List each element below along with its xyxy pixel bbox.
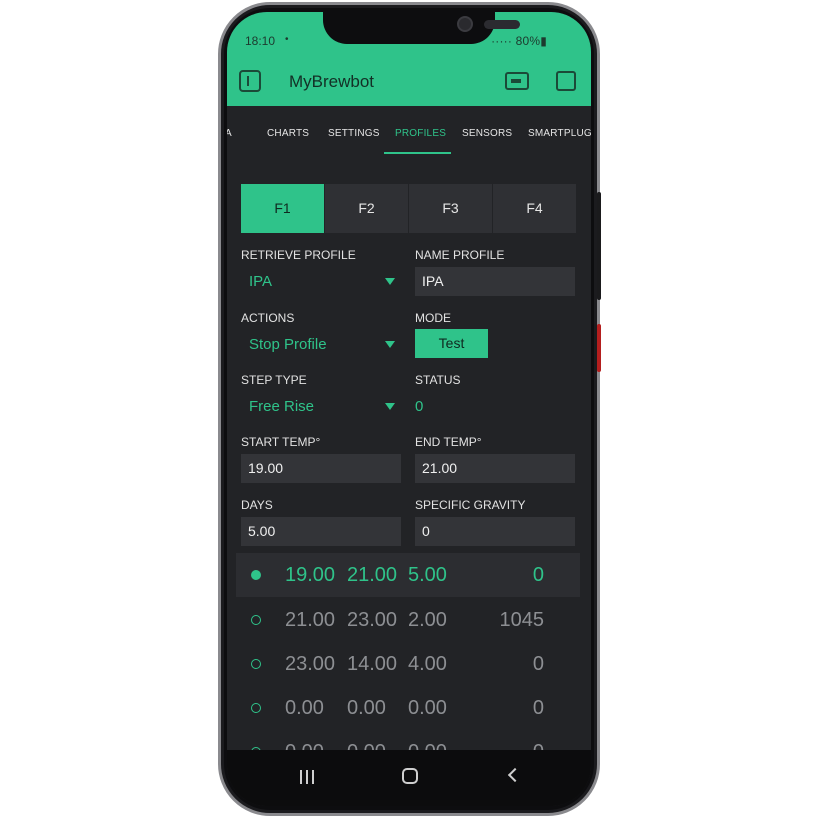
step-days: 0.00: [408, 697, 447, 719]
step-start: 23.00: [285, 653, 336, 675]
status-value: 0: [415, 398, 424, 415]
retrieve-profile-label: RETRIEVE PROFILE: [241, 248, 356, 262]
segment-f1[interactable]: F1: [241, 184, 324, 233]
name-profile-input[interactable]: IPA: [415, 267, 575, 296]
step-days: 5.00: [408, 564, 447, 586]
steps-list: 19.00 21.00 5.00 0 21.00 23.00 2.00 1045…: [236, 553, 580, 763]
tab-smartplugs[interactable]: SMARTPLUGS: [528, 128, 591, 139]
end-temp-label: END TEMP°: [415, 435, 482, 449]
actions-label: ACTIONS: [241, 311, 295, 325]
end-temp-input[interactable]: 21.00: [415, 454, 575, 483]
power-button: [597, 192, 601, 300]
step-days: 4.00: [408, 653, 447, 675]
specific-gravity-label: SPECIFIC GRAVITY: [415, 498, 526, 512]
status-indicator: •: [285, 34, 289, 45]
camera-notch: [323, 12, 520, 44]
step-end: 14.00: [347, 653, 398, 675]
step-type-chevron-down-icon[interactable]: [385, 403, 395, 410]
days-input[interactable]: 5.00: [241, 517, 401, 546]
speaker-icon: [484, 20, 520, 29]
mode-label: MODE: [415, 311, 451, 325]
step-row[interactable]: 19.00 21.00 5.00 0: [236, 553, 580, 597]
retrieve-profile-chevron-down-icon[interactable]: [385, 278, 395, 285]
tab-active-indicator: [384, 152, 451, 154]
status-label: STATUS: [415, 373, 461, 387]
screen: 18:10 • ····· 80%▮ MyBrewbot A CHARTS SE…: [227, 12, 591, 806]
radio-empty-icon: [251, 615, 261, 625]
back-icon[interactable]: [507, 767, 523, 783]
start-temp-input[interactable]: 19.00: [241, 454, 401, 483]
segment-f2[interactable]: F2: [325, 184, 408, 233]
square-icon[interactable]: [556, 71, 576, 91]
side-key: [597, 324, 601, 372]
step-type-label: STEP TYPE: [241, 373, 307, 387]
retrieve-profile-select[interactable]: IPA: [249, 273, 272, 290]
tab-charts[interactable]: CHARTS: [267, 128, 309, 139]
system-nav-bar: [227, 750, 591, 806]
app-bar: MyBrewbot: [227, 56, 591, 106]
step-days: 2.00: [408, 609, 447, 631]
step-sg: 0: [532, 697, 544, 719]
step-sg: 0: [532, 564, 544, 586]
step-row[interactable]: 0.00 0.00 0.00 0: [236, 686, 580, 730]
radio-empty-icon: [251, 659, 261, 669]
tab-partial[interactable]: A: [227, 128, 232, 139]
exit-icon[interactable]: [239, 70, 261, 92]
mode-test-button[interactable]: Test: [415, 329, 488, 358]
name-profile-label: NAME PROFILE: [415, 248, 505, 262]
tab-profiles[interactable]: PROFILES: [395, 128, 446, 139]
days-label: DAYS: [241, 498, 273, 512]
app-title: MyBrewbot: [289, 72, 375, 91]
actions-chevron-down-icon[interactable]: [385, 341, 395, 348]
step-type-select[interactable]: Free Rise: [249, 398, 314, 415]
radio-filled-icon: [251, 570, 261, 580]
tab-settings[interactable]: SETTINGS: [328, 128, 380, 139]
recent-apps-icon[interactable]: [300, 770, 314, 784]
step-start: 19.00: [285, 564, 336, 586]
status-battery: ····· 80%▮: [491, 34, 547, 48]
specific-gravity-input[interactable]: 0: [415, 517, 575, 546]
step-end: 21.00: [347, 564, 398, 586]
tab-sensors[interactable]: SENSORS: [462, 128, 512, 139]
battery-icon[interactable]: [505, 72, 529, 90]
status-time: 18:10: [245, 34, 276, 48]
segment-f3[interactable]: F3: [409, 184, 492, 233]
step-sg: 1045: [499, 609, 545, 631]
step-end: 0.00: [347, 697, 386, 719]
tab-bar: A CHARTS SETTINGS PROFILES SENSORS SMART…: [227, 106, 591, 162]
home-icon[interactable]: [402, 768, 418, 784]
segment-f4[interactable]: F4: [493, 184, 576, 233]
step-end: 23.00: [347, 609, 398, 631]
actions-select[interactable]: Stop Profile: [249, 336, 327, 353]
step-row[interactable]: 21.00 23.00 2.00 1045: [236, 598, 580, 642]
start-temp-label: START TEMP°: [241, 435, 321, 449]
step-start: 0.00: [285, 697, 324, 719]
radio-empty-icon: [251, 703, 261, 713]
step-row[interactable]: 23.00 14.00 4.00 0: [236, 642, 580, 686]
step-start: 21.00: [285, 609, 336, 631]
step-sg: 0: [532, 653, 544, 675]
camera-icon: [457, 16, 473, 32]
